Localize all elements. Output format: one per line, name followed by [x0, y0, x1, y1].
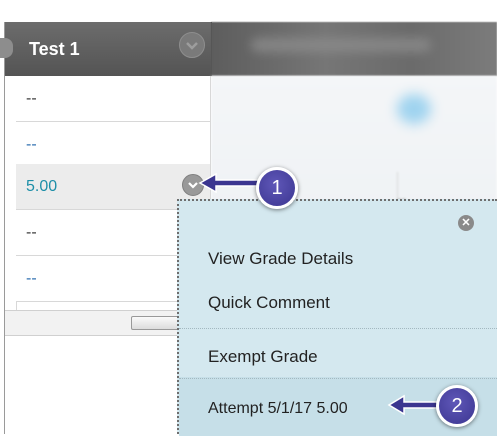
menu-divider	[179, 328, 497, 330]
menu-item-exempt-grade[interactable]: Exempt Grade	[208, 347, 318, 367]
callout-badge-1: 1	[256, 167, 298, 209]
menu-item-attempt[interactable]: Attempt 5/1/17 5.00	[208, 400, 348, 418]
blurred-header-text	[251, 38, 431, 52]
column-title: Test 1	[29, 39, 80, 59]
column-options-chevron-icon[interactable]	[179, 32, 205, 58]
grade-cell[interactable]: --	[16, 76, 211, 122]
menu-item-quick-comment[interactable]: Quick Comment	[208, 293, 330, 313]
close-menu-icon[interactable]: ✕	[458, 215, 474, 231]
blurred-column-headers	[211, 22, 497, 76]
menu-divider	[179, 378, 497, 380]
blurred-status-icon	[397, 94, 431, 124]
column-header-test-1[interactable]: Test 1	[0, 22, 212, 76]
menu-item-view-grade-details[interactable]: View Grade Details	[208, 249, 353, 269]
grade-cell[interactable]: --	[16, 122, 211, 168]
top-margin	[0, 0, 497, 22]
callout-badge-2: 2	[436, 385, 478, 427]
previous-column-edge	[0, 38, 13, 58]
